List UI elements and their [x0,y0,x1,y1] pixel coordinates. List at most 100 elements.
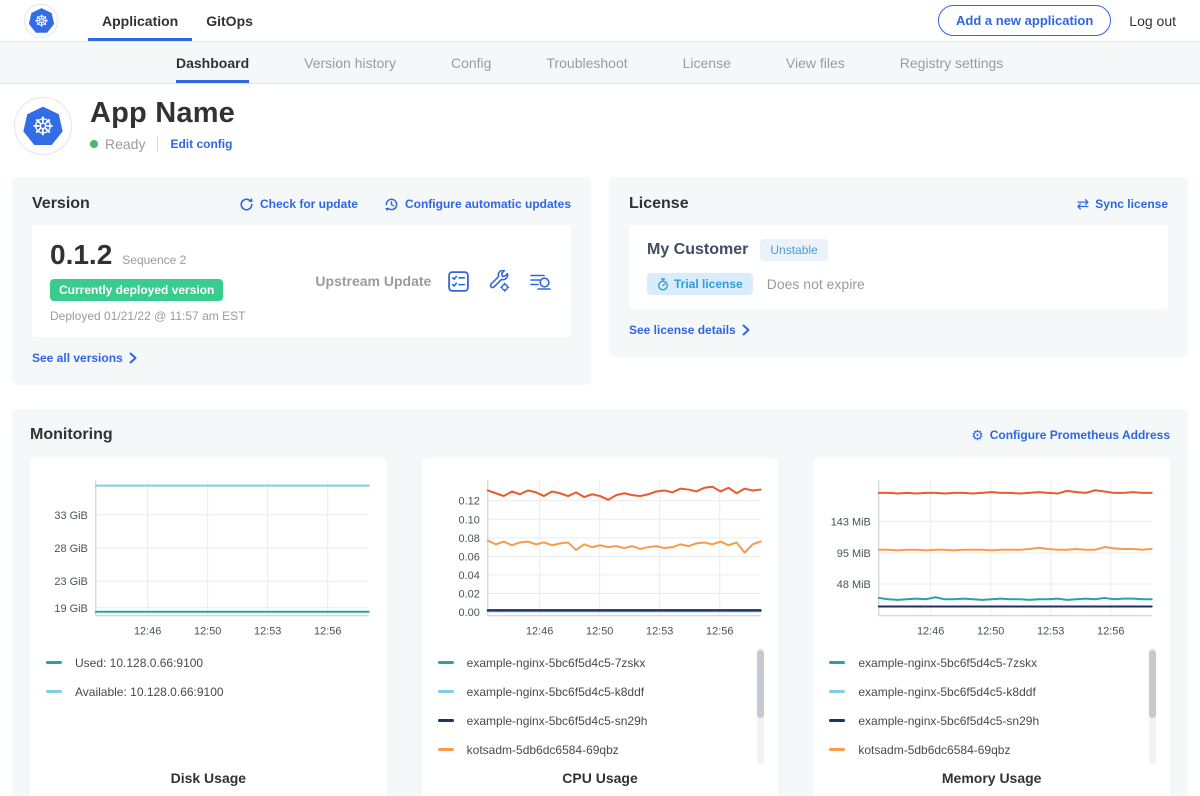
tab-view-files[interactable]: View files [786,42,845,83]
tab-version-history[interactable]: Version history [304,42,396,83]
deployed-badge: Currently deployed version [50,279,223,301]
see-all-versions-link[interactable]: See all versions [32,351,137,365]
legend-scrollbar-thumb[interactable] [1149,650,1156,718]
license-card: License ⇄ Sync license My Customer Unsta… [609,177,1188,357]
legend-item: Used: 10.128.0.66:9100 [46,648,351,677]
kubernetes-app-icon: ☸ [22,105,64,147]
svg-text:12:46: 12:46 [526,626,553,638]
app-avatar: ☸ [14,97,72,155]
svg-text:28 GiB: 28 GiB [54,543,87,555]
legend-label: example-nginx-5bc6f5d4c5-sn29h [858,714,1039,728]
add-application-button[interactable]: Add a new application [938,5,1111,36]
svg-text:33 GiB: 33 GiB [54,510,87,522]
svg-text:23 GiB: 23 GiB [54,576,87,588]
svg-text:0.08: 0.08 [458,533,479,545]
clock-history-icon [384,197,399,212]
charts-row: 19 GiB 23 GiB 28 GiB 33 GiB 12:46 12:50 12:53 1… [30,458,1170,796]
release-notes-icon[interactable] [447,270,470,293]
svg-text:☸: ☸ [32,112,55,141]
cards-row: Version Check for update Configure au [0,177,1200,385]
chevron-right-icon [742,324,750,336]
refresh-icon [239,197,254,212]
chart-title: Memory Usage [827,770,1156,790]
logout-link[interactable]: Log out [1129,13,1176,29]
svg-text:19 GiB: 19 GiB [54,603,87,615]
check-for-update-link[interactable]: Check for update [239,197,358,212]
chart-svg: 0.000.020.040.060.080.100.1212:4612:5012… [436,470,765,642]
svg-text:0.02: 0.02 [458,588,479,600]
svg-text:12:50: 12:50 [586,626,613,638]
chart-legend: Used: 10.128.0.66:9100Available: 10.128.… [44,648,373,706]
stopwatch-icon [657,278,669,291]
legend-label: kotsadm-5db6dc6584-69qbz [858,743,1010,757]
monitoring-section: Monitoring ⚙ Configure Prometheus Addres… [12,409,1188,796]
svg-text:12:46: 12:46 [917,626,944,638]
chevron-right-icon [129,352,137,364]
svg-text:143 MiB: 143 MiB [831,516,871,528]
legend-color-dash [829,748,845,751]
sub-nav: Dashboard Version history Config Troublesho… [0,42,1200,84]
legend-color-dash [829,719,845,722]
svg-text:12:50: 12:50 [194,626,221,638]
license-card-title: License [629,195,689,213]
config-wrench-icon[interactable] [488,270,511,293]
legend-scrollbar[interactable] [1149,648,1156,764]
legend-item: example-nginx-5bc6f5d4c5-sn29h [438,706,743,735]
legend-color-dash [438,748,454,751]
version-card: Version Check for update Configure au [12,177,591,385]
svg-text:12:53: 12:53 [254,626,281,638]
legend-scrollbar[interactable] [757,648,764,764]
legend-color-dash [829,661,845,664]
edit-config-link[interactable]: Edit config [170,137,232,151]
chart-card-cpu-usage: 0.000.020.040.060.080.100.1212:4612:5012… [422,458,779,796]
view-logs-icon[interactable] [529,270,553,293]
svg-text:0.04: 0.04 [458,570,479,582]
legend-color-dash [46,690,62,693]
sync-license-link[interactable]: ⇄ Sync license [1077,197,1168,212]
kubernetes-logo-icon[interactable]: ☸ [24,4,58,38]
license-expiry: Does not expire [767,276,865,292]
top-nav-right: Add a new application Log out [938,0,1176,41]
legend-label: example-nginx-5bc6f5d4c5-k8ddf [467,685,644,699]
license-panel: My Customer Unstable Trial license Does … [629,225,1168,309]
svg-text:0.12: 0.12 [458,496,479,508]
see-license-details-link[interactable]: See license details [629,323,750,337]
deployed-timestamp: Deployed 01/21/22 @ 11:57 am EST [50,309,245,323]
legend-scrollbar-thumb[interactable] [757,650,764,718]
sequence-label: Sequence 2 [122,253,186,267]
customer-name: My Customer [647,241,748,259]
legend-color-dash [438,719,454,722]
legend-label: example-nginx-5bc6f5d4c5-k8ddf [858,685,1035,699]
legend-item: kotsadm-5db6dc6584-69qbz [438,735,743,764]
svg-text:12:56: 12:56 [1097,626,1124,638]
configure-prometheus-link[interactable]: ⚙ Configure Prometheus Address [971,428,1170,442]
tab-registry-settings[interactable]: Registry settings [900,42,1003,83]
legend-item: example-nginx-5bc6f5d4c5-7zskx [829,648,1134,677]
chart-title: Disk Usage [44,770,373,790]
tab-dashboard[interactable]: Dashboard [176,42,249,83]
top-nav: ☸ ApplicationGitOps Add a new applicatio… [0,0,1200,42]
svg-text:0.10: 0.10 [458,514,479,526]
ready-status-dot [90,140,98,148]
legend-color-dash [438,690,454,693]
sync-arrows-icon: ⇄ [1077,197,1090,212]
chart-legend: example-nginx-5bc6f5d4c5-7zskx example-ng… [827,648,1156,764]
legend-label: Used: 10.128.0.66:9100 [75,656,203,670]
configure-automatic-updates-link[interactable]: Configure automatic updates [384,197,571,212]
svg-text:12:53: 12:53 [646,626,673,638]
app-header: ☸ App Name Ready Edit config [0,84,1200,167]
legend-item: example-nginx-5bc6f5d4c5-k8ddf [829,677,1134,706]
tab-config[interactable]: Config [451,42,491,83]
tab-troubleshoot[interactable]: Troubleshoot [546,42,627,83]
top-tab-application[interactable]: Application [88,0,192,41]
svg-text:95 MiB: 95 MiB [837,548,871,560]
legend-item: example-nginx-5bc6f5d4c5-sn29h [829,706,1134,735]
legend-color-dash [46,661,62,664]
top-tab-gitops[interactable]: GitOps [192,0,267,41]
svg-text:12:46: 12:46 [134,626,161,638]
legend-item: example-nginx-5bc6f5d4c5-k8ddf [438,677,743,706]
divider [157,137,158,151]
legend-label: kotsadm-5db6dc6584-69qbz [467,743,619,757]
svg-text:☸: ☸ [34,11,49,30]
tab-license[interactable]: License [683,42,731,83]
